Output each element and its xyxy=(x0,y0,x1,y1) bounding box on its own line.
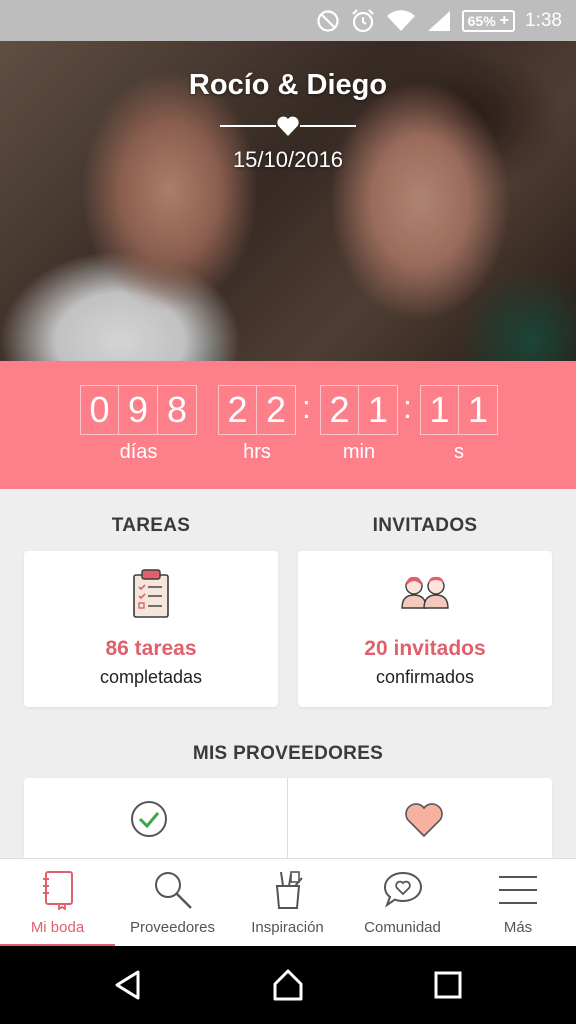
search-icon xyxy=(152,869,194,911)
nav-item-comunidad[interactable]: Comunidad xyxy=(345,859,460,947)
providers-card xyxy=(24,778,552,860)
couple-names: Rocío & Diego xyxy=(188,69,388,101)
nav-item-inspiracion[interactable]: Inspiración xyxy=(230,859,345,947)
heart-icon xyxy=(276,115,300,137)
hours-label: hrs xyxy=(243,441,271,463)
nav-item-mas[interactable]: Más xyxy=(460,859,576,947)
wedding-date: 15/10/2016 xyxy=(232,147,344,172)
check-circle-icon[interactable] xyxy=(130,800,168,843)
minutes-digit: 2 xyxy=(320,385,359,435)
clipboard-icon xyxy=(131,567,171,624)
tasks-count: 86 tareas xyxy=(105,637,197,660)
nav-label: Mi boda xyxy=(30,919,85,936)
home-icon[interactable] xyxy=(271,968,305,1002)
days-digit: 8 xyxy=(158,385,197,435)
days-digit: 0 xyxy=(80,385,119,435)
battery-indicator: 65% + xyxy=(461,9,516,32)
guests-icon xyxy=(398,573,452,614)
tasks-title: TAREAS xyxy=(111,515,191,536)
chat-heart-icon xyxy=(382,869,424,911)
notebook-icon xyxy=(41,869,75,911)
hours-digit: 2 xyxy=(257,385,296,435)
providers-title: MIS PROVEEDORES xyxy=(192,743,384,764)
battery-percent: 65% xyxy=(467,12,496,29)
divider-line-left xyxy=(220,125,276,127)
recents-icon[interactable] xyxy=(431,968,465,1002)
bottom-navigation: Mi boda Proveedores Inspiración Comunida… xyxy=(0,858,576,947)
status-bar: 65% + 1:38 xyxy=(0,0,576,41)
nav-label: Comunidad xyxy=(364,919,441,936)
time-separator: : xyxy=(403,389,412,425)
nav-item-proveedores[interactable]: Proveedores xyxy=(115,859,230,947)
menu-icon xyxy=(498,869,538,911)
days-digit: 9 xyxy=(119,385,158,435)
couple-photo: Rocío & Diego 15/10/2016 xyxy=(0,41,576,361)
do-not-disturb-icon xyxy=(316,7,340,35)
clock-time: 1:38 xyxy=(525,9,562,31)
wedding-countdown: 0 9 8 2 2 : 2 1 : 1 1 días hrs min s xyxy=(0,361,576,489)
minutes-digit: 1 xyxy=(359,385,398,435)
providers-divider xyxy=(287,778,288,860)
time-separator: : xyxy=(302,389,311,425)
charging-icon: + xyxy=(499,11,510,29)
nav-item-mi-boda[interactable]: Mi boda xyxy=(0,859,115,947)
guests-title: INVITADOS xyxy=(372,515,478,536)
minutes-label: min xyxy=(342,441,376,463)
hours-digit: 2 xyxy=(218,385,257,435)
hours-digits: 2 2 xyxy=(218,385,296,435)
wifi-icon xyxy=(386,7,416,35)
favorite-heart-icon[interactable] xyxy=(404,802,444,843)
minutes-digits: 2 1 xyxy=(320,385,398,435)
tasks-card[interactable]: 86 tareas completadas xyxy=(24,551,278,707)
signal-icon xyxy=(426,7,452,35)
nav-label: Más xyxy=(503,919,533,936)
seconds-label: s xyxy=(454,441,464,463)
seconds-digit: 1 xyxy=(420,385,459,435)
guests-status: confirmados xyxy=(375,667,475,687)
heart-divider xyxy=(220,116,356,136)
days-digits: 0 9 8 xyxy=(80,385,197,435)
seconds-digit: 1 xyxy=(459,385,498,435)
days-label: días xyxy=(119,441,158,463)
tasks-status: completadas xyxy=(99,667,203,687)
back-icon[interactable] xyxy=(111,968,145,1002)
divider-line-right xyxy=(300,125,356,127)
nav-label: Inspiración xyxy=(251,919,324,936)
seconds-digits: 1 1 xyxy=(420,385,498,435)
guests-count: 20 invitados xyxy=(364,637,486,660)
brush-cup-icon xyxy=(271,869,305,911)
alarm-icon xyxy=(350,7,376,35)
guests-card[interactable]: 20 invitados confirmados xyxy=(298,551,552,707)
nav-label: Proveedores xyxy=(129,919,216,936)
system-navigation-bar xyxy=(0,946,576,1024)
